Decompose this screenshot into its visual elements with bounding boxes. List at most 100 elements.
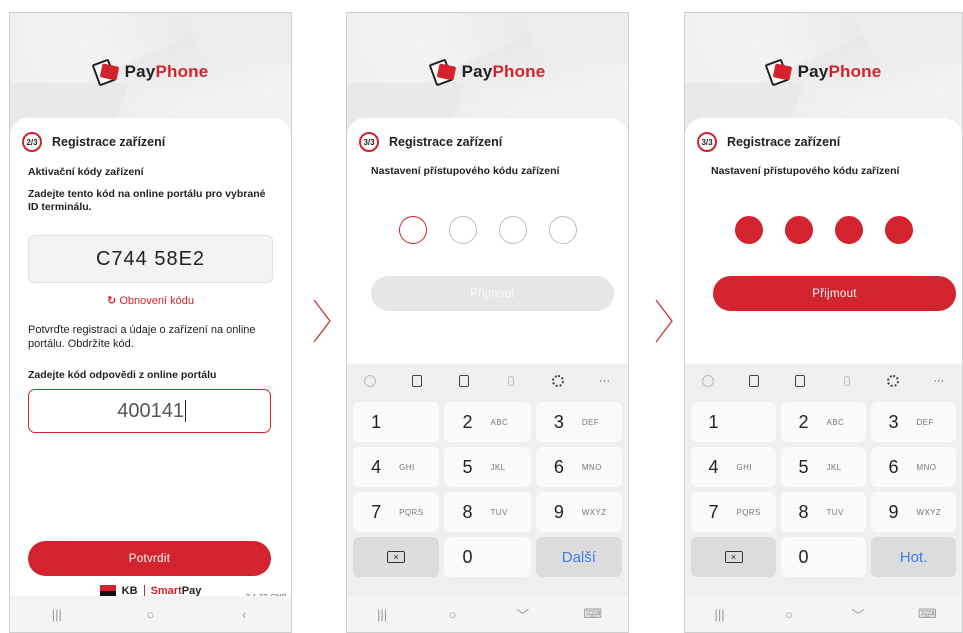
pin-dot — [548, 216, 577, 244]
backspace-icon: × — [387, 551, 406, 563]
settings-gear-icon[interactable] — [551, 374, 565, 388]
step-header: 3/3 Registrace zařízení — [359, 132, 502, 152]
clipboard-icon[interactable] — [747, 374, 761, 388]
step-header: 2/3 Registrace zařízení — [22, 132, 165, 152]
payphone-logo: PayPhone — [685, 58, 962, 87]
page-title: Registrace zařízení — [52, 135, 166, 149]
key-4[interactable]: 4 GHI — [353, 447, 440, 487]
logo-text-pay: Pay — [124, 62, 156, 81]
step-indicator: 3/3 — [359, 132, 379, 152]
key-8[interactable]: 8 TUV — [444, 492, 531, 532]
pin-section-title: Nastavení přístupového kódu zařízení — [371, 165, 560, 177]
payphone-logo-icon — [764, 58, 792, 87]
backspace-icon: × — [724, 551, 743, 563]
logo-text-phone: Phone — [155, 62, 209, 81]
pin-dot — [498, 216, 527, 244]
pin-dot — [448, 216, 477, 244]
key-2[interactable]: 2 ABC — [444, 402, 531, 442]
backspace-key[interactable]: × — [691, 537, 776, 577]
confirm-button[interactable]: Potvrdit — [28, 541, 271, 576]
clipboard-icon[interactable] — [410, 374, 424, 388]
system-nav-bar: ||| ○ ﹀ ⌨ — [347, 596, 628, 632]
keyboard-switch-icon[interactable]: ⌨ — [912, 606, 942, 622]
key-2[interactable]: 2 ABC — [781, 402, 866, 442]
recent-apps-button[interactable]: ||| — [367, 607, 397, 622]
key-1[interactable]: 1 — [691, 402, 776, 442]
instruction-text: Zadejte tento kód na online portálu pro … — [28, 188, 266, 213]
microphone-icon[interactable] — [504, 374, 518, 388]
phone-screen-1: PayPhone 2/3 Registrace zařízení Aktivač… — [9, 12, 292, 633]
refresh-icon: ↻ — [107, 295, 117, 307]
logo-text-pay: Pay — [461, 62, 493, 81]
home-button[interactable]: ○ — [437, 607, 467, 622]
activation-code-box: C744 58E2 — [28, 235, 273, 283]
key-8[interactable]: 8 TUV — [781, 492, 866, 532]
key-7[interactable]: 7 PQRS — [353, 492, 440, 532]
logo-text-pay: Pay — [797, 62, 829, 81]
recent-apps-button[interactable]: ||| — [42, 607, 72, 622]
more-options-icon[interactable]: ··· — [932, 374, 946, 388]
pin-dot-filled — [784, 216, 813, 244]
recent-apps-button[interactable]: ||| — [705, 607, 735, 622]
backspace-key[interactable]: × — [353, 537, 440, 577]
key-7[interactable]: 7 PQRS — [691, 492, 776, 532]
keypad: 1 2 ABC 3 DEF 4 GHI 5 JKL 6 MNO 7 PQRS 8 TUV 9W… — [353, 402, 622, 577]
phone-screen-3: PayPhone 3/3 Registrace zařízení Nastave… — [684, 12, 963, 633]
key-6[interactable]: 6 MNO — [871, 447, 956, 487]
key-1[interactable]: 1 — [353, 402, 440, 442]
payphone-logo-icon — [91, 58, 119, 87]
key-6[interactable]: 6 MNO — [535, 447, 622, 487]
key-4[interactable]: 4 GHI — [691, 447, 776, 487]
back-button[interactable]: ‹ — [229, 607, 259, 622]
key-3[interactable]: 3 DEF — [535, 402, 622, 442]
response-code-label: Zadejte kód odpovědi z online portálu — [28, 369, 217, 381]
document-icon[interactable] — [457, 374, 471, 388]
page-title: Registrace zařízení — [727, 135, 841, 149]
keyboard-switch-icon[interactable]: ⌨ — [578, 606, 608, 622]
payphone-logo: PayPhone — [347, 58, 628, 87]
response-code-input[interactable]: 400141 — [28, 389, 271, 433]
key-5[interactable]: 5 JKL — [781, 447, 866, 487]
logo-text-phone: Phone — [828, 62, 882, 81]
emoji-icon[interactable] — [701, 374, 715, 388]
key-0[interactable]: 0 — [781, 537, 866, 577]
text-caret — [185, 400, 186, 422]
keyboard-toolbar: ··· — [347, 364, 628, 398]
response-code-value: 400141 — [117, 399, 184, 422]
keypad: 1 2 ABC 3 DEF 4 GHI 5 JKL 6 MNO 7 PQRS 8 TUV 9W… — [691, 402, 956, 577]
page-title: Registrace zařízení — [389, 135, 503, 149]
accept-button[interactable]: Přijmout — [713, 276, 956, 311]
step-indicator: 3/3 — [697, 132, 717, 152]
chevron-right-icon — [655, 299, 673, 343]
home-button[interactable]: ○ — [135, 607, 165, 622]
section-title: Aktivační kódy zařízení — [28, 166, 144, 178]
system-nav-bar: ||| ○ ﹀ ⌨ — [685, 596, 962, 632]
next-key[interactable]: Další — [535, 537, 622, 577]
key-9[interactable]: 9 WXYZ — [871, 492, 956, 532]
microphone-icon[interactable] — [840, 374, 854, 388]
done-key[interactable]: Hot. — [871, 537, 956, 577]
accept-button[interactable]: Přijmout — [371, 276, 614, 311]
numeric-keyboard: ··· 1 2 ABC 3 DEF 4 GHI 5 JKL 6 MNO 7 PQRS 8 TU… — [685, 364, 962, 596]
hide-keyboard-button[interactable]: ﹀ — [508, 605, 538, 624]
content-card: 2/3 Registrace zařízení Aktivační kódy z… — [10, 118, 291, 632]
key-9[interactable]: 9 WXYZ — [535, 492, 622, 532]
pin-indicators — [347, 216, 628, 244]
chevron-right-icon — [313, 299, 331, 343]
key-5[interactable]: 5 JKL — [444, 447, 531, 487]
refresh-code-label: Obnovení kódu — [119, 295, 194, 307]
hide-keyboard-button[interactable]: ﹀ — [843, 605, 873, 624]
document-icon[interactable] — [793, 374, 807, 388]
refresh-code-link[interactable]: ↻ Obnovení kódu — [10, 294, 291, 307]
key-0[interactable]: 0 — [444, 537, 531, 577]
more-options-icon[interactable]: ··· — [598, 374, 612, 388]
settings-gear-icon[interactable] — [886, 374, 900, 388]
emoji-icon[interactable] — [363, 374, 377, 388]
keyboard-toolbar: ··· — [685, 364, 962, 398]
payphone-logo-icon — [428, 58, 456, 87]
home-button[interactable]: ○ — [774, 607, 804, 622]
pin-dot-filled — [734, 216, 763, 244]
key-3[interactable]: 3 DEF — [871, 402, 956, 442]
pin-dot-filled — [834, 216, 863, 244]
step-indicator: 2/3 — [22, 132, 42, 152]
